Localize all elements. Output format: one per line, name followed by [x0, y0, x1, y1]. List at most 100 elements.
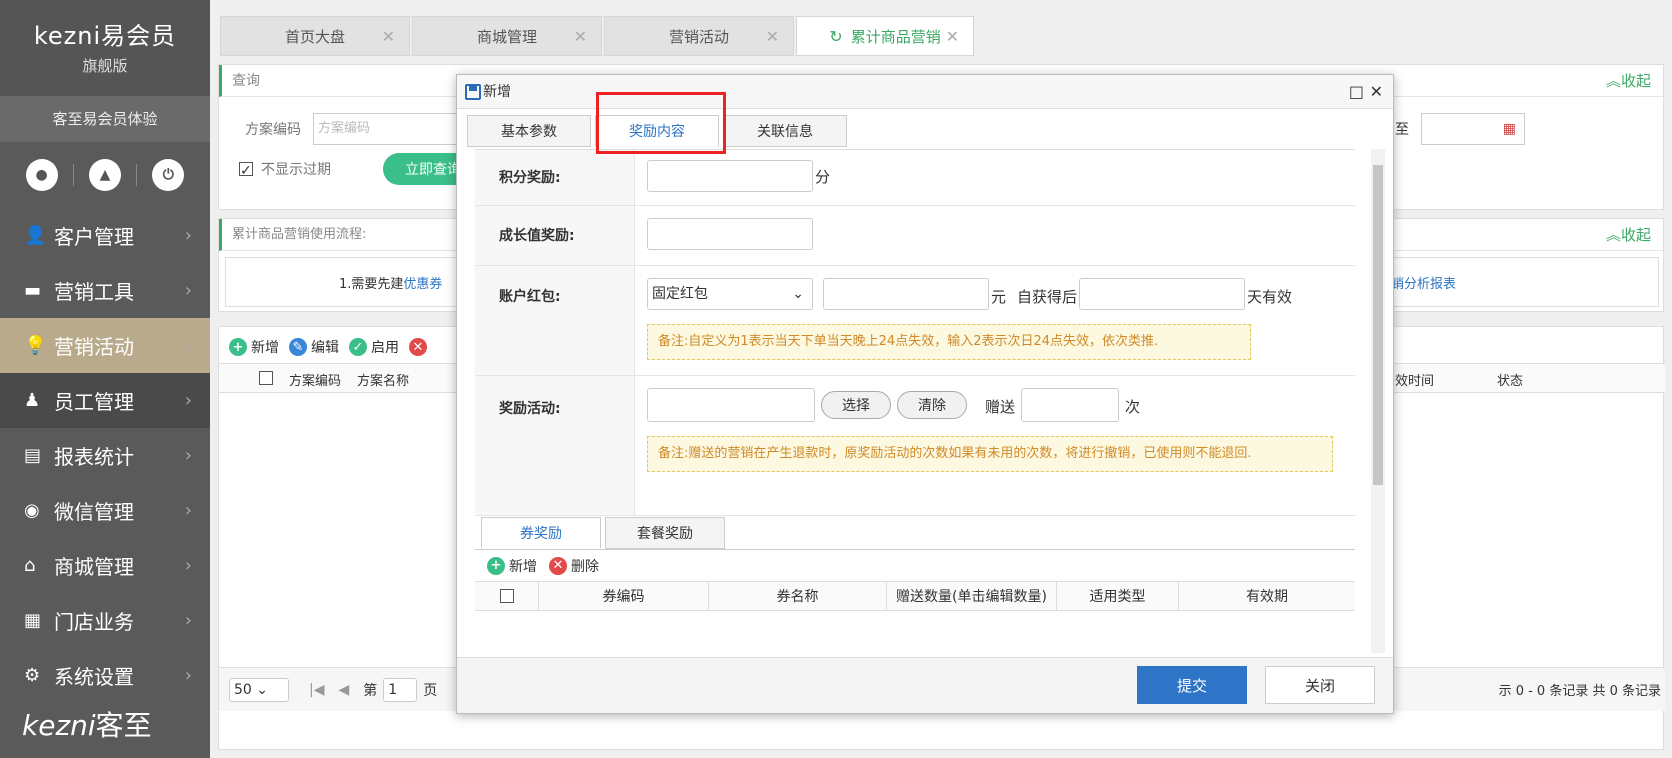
edition-label: 旗舰版 — [82, 57, 128, 75]
dialog-title: 新增 — [483, 84, 511, 100]
activity-row: 奖励活动: 选择 清除 赠送 次 备注:赠送的营销在产生退款时，原奖励活动的次数… — [475, 376, 1355, 516]
choose-button[interactable]: 选择 — [821, 391, 891, 419]
chevron-right-icon: › — [184, 500, 192, 521]
close-icon[interactable]: ✕ — [382, 27, 395, 46]
sidebar-item-mall[interactable]: ⌂ 商城管理 › — [0, 538, 210, 593]
sidebar-item-marketing-activity[interactable]: 💡 营销活动 › — [0, 318, 210, 373]
chevron-down-icon: ⌄ — [792, 286, 804, 302]
growth-row: 成长值奖励: — [475, 206, 1355, 266]
close-icon[interactable]: ✕ — [946, 27, 959, 46]
chevron-right-icon: › — [184, 280, 192, 301]
tab-coupon-reward[interactable]: 券奖励 — [481, 517, 601, 549]
points-row: 积分奖励: 分 — [475, 150, 1355, 206]
tab-mall[interactable]: 商城管理 ✕ — [412, 16, 602, 56]
disable-icon: ✕ — [409, 338, 427, 356]
coupon-link[interactable]: 优惠券 — [403, 277, 442, 292]
tab-marketing[interactable]: 营销活动 ✕ — [604, 16, 794, 56]
maximize-icon[interactable]: □ — [1349, 82, 1364, 101]
end-date-input[interactable]: ▦ — [1421, 113, 1525, 145]
collapse-toggle[interactable]: ︽收起 — [1606, 65, 1651, 97]
tab-home[interactable]: 首页大盘 ✕ — [220, 16, 410, 56]
mall-icon: ⌂ — [24, 555, 36, 576]
submit-button[interactable]: 提交 — [1137, 666, 1247, 704]
sidebar-item-marketing-tools[interactable]: ▬ 营销工具 › — [0, 263, 210, 318]
tab-basic-params[interactable]: 基本参数 — [467, 115, 591, 147]
hide-expired-checkbox[interactable]: ✓ 不显示过期 — [239, 159, 331, 179]
reward-form: 积分奖励: 分 成长值奖励: 账户红包: 固定红包 ⌄ 元 自获得后 天有效 备注… — [475, 149, 1355, 539]
power-icon[interactable]: ⏻ — [152, 159, 185, 191]
logo-text: kezni — [33, 22, 102, 50]
edit-icon: ✎ — [289, 338, 307, 356]
add-icon: + — [229, 338, 247, 356]
member-name[interactable]: 客至易会员体验 — [0, 96, 210, 142]
refresh-icon[interactable]: ↻ — [829, 27, 842, 46]
tab-package-reward[interactable]: 套餐奖励 — [605, 517, 725, 549]
col-effective-time: 效时间 — [1395, 374, 1435, 389]
coupon-toolbar: + 新增 ✕ 删除 — [475, 549, 1355, 581]
report-icon: ▤ — [24, 445, 42, 466]
report-link[interactable]: 销分析报表 — [1391, 273, 1456, 292]
footer-logo: kezni客至 — [22, 709, 152, 742]
prev-page-icon[interactable]: ◀ — [338, 682, 349, 698]
sidebar-item-staff[interactable]: ♟ 员工管理 › — [0, 373, 210, 428]
code-label: 方案编码 — [245, 122, 301, 138]
staff-icon: ♟ — [24, 390, 41, 411]
to-label: 至 — [1395, 122, 1409, 138]
select-all-checkbox[interactable] — [259, 371, 273, 385]
coupon-delete-button[interactable]: 删除 — [571, 556, 599, 576]
highlight-box — [596, 92, 726, 154]
code-input[interactable]: 方案编码 — [313, 113, 463, 145]
dialog-scrollbar[interactable] — [1371, 149, 1385, 653]
sidebar-item-settings[interactable]: ⚙ 系统设置 › — [0, 648, 210, 703]
redpack-amount-input[interactable] — [823, 278, 989, 310]
col-status: 状态 — [1497, 374, 1524, 389]
first-page-icon[interactable]: |◀ — [309, 682, 324, 698]
logo-cn: 易会员 — [101, 22, 177, 50]
redpack-type-select[interactable]: 固定红包 ⌄ — [647, 278, 813, 310]
collapse-toggle[interactable]: ︽收起 — [1606, 219, 1651, 251]
page-size-select[interactable]: 50 ⌄ — [229, 677, 289, 702]
redpack-note: 备注:自定义为1表示当天下单当天晚上24点失效，输入2表示次日24点失效，依次类… — [647, 324, 1251, 360]
sidebar-icon-bar: ● ▲ ⏻ — [0, 142, 210, 208]
sidebar-item-store[interactable]: ▦ 门店业务 › — [0, 593, 210, 648]
coupon-select-all[interactable] — [475, 582, 539, 610]
store-icon: ▦ — [24, 610, 42, 631]
close-button[interactable]: 关闭 — [1265, 666, 1375, 704]
activity-input[interactable] — [647, 388, 815, 422]
clear-button[interactable]: 清除 — [897, 391, 967, 419]
tab-related-info[interactable]: 关联信息 — [723, 115, 847, 147]
bell-icon[interactable]: ▲ — [88, 159, 121, 191]
coupon-add-button[interactable]: 新增 — [509, 556, 537, 576]
redpack-days-input[interactable] — [1079, 278, 1245, 310]
check-icon: ✓ — [349, 338, 367, 356]
flow-step1: 1.需要先建优惠券 — [339, 277, 443, 292]
chevron-right-icon: › — [184, 335, 192, 356]
coupon-table-header: 券编码 券名称 赠送数量(单击编辑数量) 适用类型 有效期 — [475, 581, 1355, 611]
gift-times-input[interactable] — [1021, 388, 1119, 422]
profile-icon[interactable]: ● — [25, 159, 58, 191]
page-input[interactable]: 1 — [383, 677, 418, 702]
chevron-right-icon: › — [184, 610, 192, 631]
activity-note: 备注:赠送的营销在产生退款时，原奖励活动的次数如果有未用的次数，将进行撤销，已使… — [647, 436, 1333, 472]
points-input[interactable] — [647, 160, 813, 192]
tab-cumulative[interactable]: ↻ 累计商品营销 ✕ — [796, 16, 974, 56]
sidebar-item-customer[interactable]: 👤 客户管理 › — [0, 208, 210, 263]
dialog-controls: □ ✕ — [1349, 75, 1383, 109]
close-icon[interactable]: ✕ — [574, 27, 587, 46]
growth-input[interactable] — [647, 218, 813, 250]
chevron-right-icon: › — [184, 555, 192, 576]
edit-button[interactable]: 编辑 — [311, 337, 339, 357]
close-icon[interactable]: ✕ — [766, 27, 779, 46]
close-icon[interactable]: ✕ — [1370, 82, 1383, 101]
enable-button[interactable]: 启用 — [371, 337, 399, 357]
record-count: 示 0 - 0 条记录 共 0 条记录 — [1498, 684, 1661, 699]
sidebar-item-wechat[interactable]: ◉ 微信管理 › — [0, 483, 210, 538]
redpack-row: 账户红包: 固定红包 ⌄ 元 自获得后 天有效 备注:自定义为1表示当天下单当天晚… — [475, 266, 1355, 376]
add-icon: + — [487, 556, 505, 575]
wechat-icon: ◉ — [24, 500, 40, 521]
add-button[interactable]: 新增 — [251, 337, 279, 357]
sidebar-item-reports[interactable]: ▤ 报表统计 › — [0, 428, 210, 483]
gear-icon: ⚙ — [24, 665, 41, 686]
toolbox-icon: ▬ — [24, 280, 42, 301]
reward-subtabs: 券奖励 套餐奖励 — [481, 517, 729, 549]
